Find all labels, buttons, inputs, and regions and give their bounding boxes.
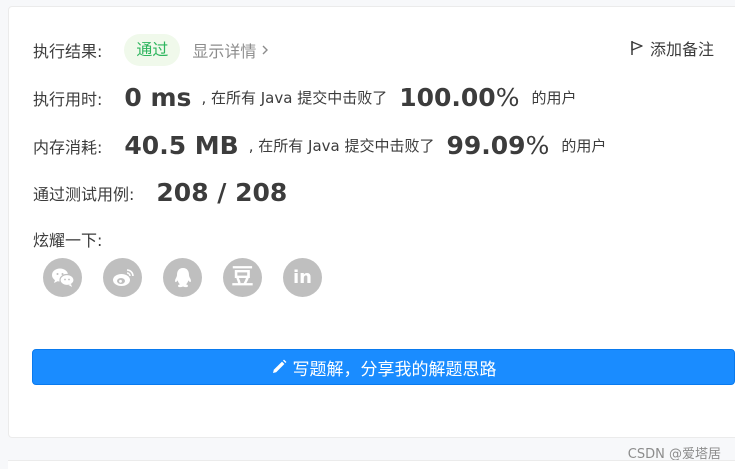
linkedin-icon: in: [293, 266, 312, 288]
runtime-beat-text: , 在所有 Java 提交中击败了: [201, 89, 388, 107]
memory-label: 内存消耗:: [33, 137, 103, 157]
memory-suffix: 的用户: [561, 137, 607, 155]
status-badge: 通过: [124, 34, 181, 66]
result-label: 执行结果:: [33, 42, 103, 61]
share-row-label: 炫耀一下:: [33, 227, 102, 251]
add-note-label: 添加备注: [649, 40, 714, 59]
wechat-icon: [51, 268, 75, 287]
share-douban-button[interactable]: 豆: [223, 258, 262, 297]
runtime-row: 执行用时: 0 ms , 在所有 Java 提交中击败了 100.00 % 的用…: [33, 83, 576, 112]
chevron-right-icon: [262, 45, 269, 55]
result-row: 执行结果: 通过 显示详情: [33, 34, 270, 66]
share-qq-button[interactable]: [163, 258, 202, 297]
flag-icon: [631, 41, 643, 55]
weibo-icon: [112, 268, 134, 286]
runtime-percent-sign: %: [495, 83, 520, 112]
add-note-button[interactable]: 添加备注: [630, 36, 714, 60]
show-details-link[interactable]: 显示详情: [192, 38, 270, 62]
runtime-value: 0 ms: [124, 83, 192, 112]
runtime-label: 执行用时:: [33, 89, 103, 109]
tests-row: 通过测试用例: 208 / 208: [33, 178, 287, 207]
pencil-icon: [272, 359, 286, 373]
memory-value: 40.5 MB: [124, 131, 239, 160]
write-solution-button[interactable]: 写题解，分享我的解题思路: [32, 349, 735, 385]
memory-percent-sign: %: [525, 131, 550, 160]
share-icons: 豆 in: [43, 258, 322, 297]
submission-result-card: 执行结果: 通过 显示详情 添加备注 执行用时: 0 ms , 在所有 Java…: [8, 6, 735, 438]
show-details-label: 显示详情: [192, 42, 257, 61]
share-weibo-button[interactable]: [103, 258, 142, 297]
share-wechat-button[interactable]: [43, 258, 82, 297]
write-solution-label: 写题解，分享我的解题思路: [292, 359, 497, 380]
share-label: 炫耀一下:: [33, 231, 103, 250]
memory-percent-number: 99.09: [446, 131, 526, 160]
share-linkedin-button[interactable]: in: [283, 258, 322, 297]
memory-beat-text: , 在所有 Java 提交中击败了: [248, 137, 435, 155]
memory-row: 内存消耗: 40.5 MB , 在所有 Java 提交中击败了 99.09 % …: [33, 131, 606, 160]
runtime-suffix: 的用户: [531, 89, 577, 107]
tests-value: 208 / 208: [156, 178, 288, 207]
qq-icon: [174, 267, 191, 287]
tests-label: 通过测试用例:: [33, 184, 135, 204]
douban-icon: 豆: [231, 264, 254, 290]
runtime-percent-number: 100.00: [399, 83, 496, 112]
